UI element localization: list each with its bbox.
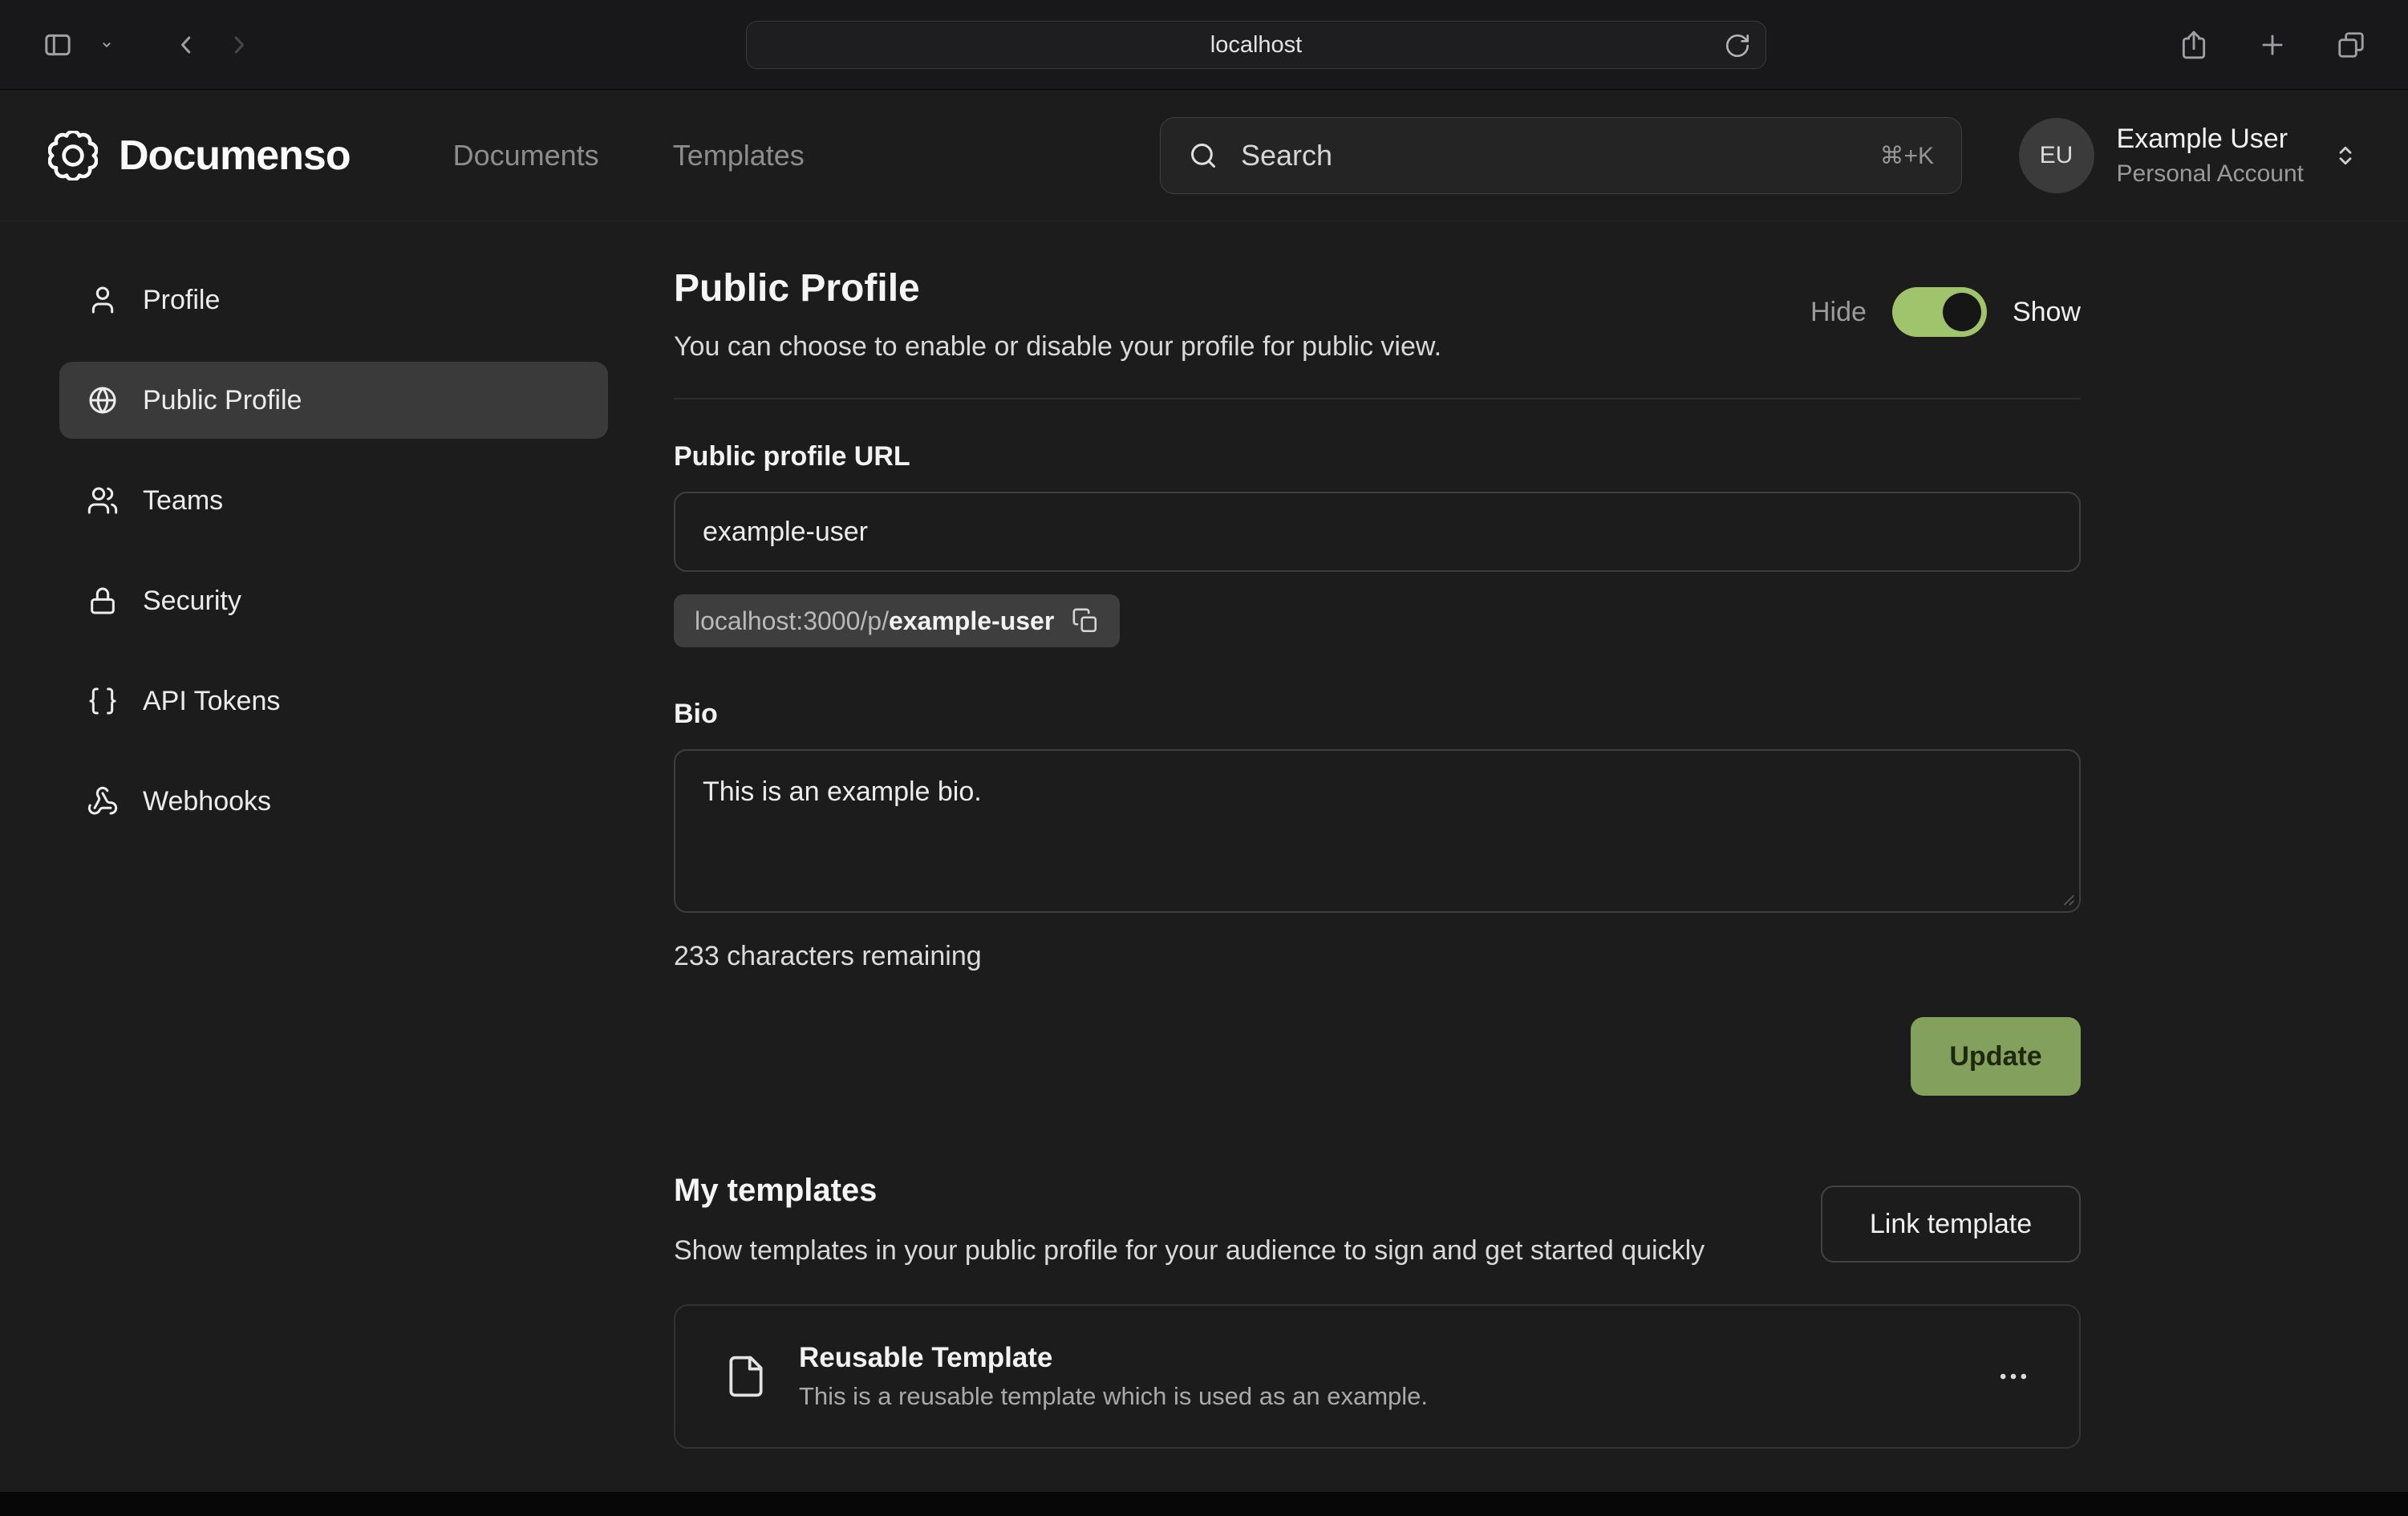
- brand-name: Documenso: [119, 132, 351, 180]
- search-shortcut-badge: ⌘+K: [1879, 142, 1934, 170]
- avatar: EU: [2019, 118, 2094, 193]
- global-search[interactable]: ⌘+K: [1160, 117, 1962, 194]
- nav-templates[interactable]: Templates: [673, 139, 805, 172]
- search-input[interactable]: [1241, 139, 1857, 172]
- nav-documents[interactable]: Documents: [453, 139, 599, 172]
- copy-icon[interactable]: [1072, 607, 1099, 634]
- main-nav: Documents Templates: [453, 139, 805, 172]
- public-url-prefix: localhost:3000/p/: [695, 606, 889, 636]
- public-url-pill: localhost:3000/p/example-user: [674, 594, 1120, 647]
- template-description: This is a reusable template which is use…: [799, 1382, 1428, 1411]
- browser-chrome: localhost: [0, 0, 2408, 90]
- new-tab-icon[interactable]: [2251, 23, 2294, 67]
- settings-sidebar: Profile Public Profile Teams Security AP: [0, 221, 608, 863]
- users-icon: [87, 484, 119, 517]
- profile-visibility-toggle[interactable]: [1892, 287, 1987, 337]
- update-row: Update: [674, 1017, 2081, 1096]
- toggle-show-label: Show: [2013, 297, 2081, 328]
- user-name: Example User: [2117, 124, 2304, 155]
- my-templates-title: My templates: [674, 1173, 1705, 1209]
- bio-label: Bio: [674, 699, 2081, 730]
- template-title: Reusable Template: [799, 1342, 1428, 1374]
- sidebar-dropdown-chevron-icon[interactable]: [91, 30, 122, 60]
- sidebar-item-label: Security: [143, 586, 241, 617]
- section-divider: [674, 398, 2081, 399]
- sidebar-item-label: Webhooks: [143, 786, 271, 817]
- sidebar-item-profile[interactable]: Profile: [59, 261, 608, 338]
- my-templates-text: My templates Show templates in your publ…: [674, 1173, 1705, 1272]
- avatar-initials: EU: [2040, 142, 2074, 169]
- user-icon: [87, 284, 119, 316]
- resize-handle-icon[interactable]: [2055, 886, 2076, 907]
- forward-button-icon[interactable]: [218, 24, 260, 66]
- address-bar[interactable]: localhost: [746, 21, 1766, 69]
- sidebar-item-webhooks[interactable]: Webhooks: [59, 763, 608, 840]
- app-header: Documenso Documents Templates ⌘+K EU Exa…: [0, 90, 2408, 221]
- sidebar-item-api-tokens[interactable]: API Tokens: [59, 663, 608, 740]
- globe-icon: [87, 384, 119, 416]
- share-icon[interactable]: [2172, 23, 2215, 67]
- sidebar-item-label: Public Profile: [143, 385, 302, 416]
- sidebar-item-teams[interactable]: Teams: [59, 462, 608, 539]
- update-button[interactable]: Update: [1911, 1017, 2081, 1096]
- profile-url-label: Public profile URL: [674, 441, 2081, 472]
- back-button-icon[interactable]: [165, 24, 207, 66]
- user-account-type: Personal Account: [2117, 160, 2304, 188]
- braces-icon: [87, 685, 119, 717]
- bio-textarea[interactable]: This is an example bio.: [674, 749, 2081, 913]
- documenso-logo-icon: [48, 131, 98, 180]
- profile-url-input[interactable]: [674, 492, 2081, 572]
- public-url-slug: example-user: [889, 606, 1054, 636]
- toggle-knob: [1943, 293, 1981, 331]
- bio-field-wrap: This is an example bio.: [674, 749, 2081, 917]
- window-bottom-edge: [0, 1492, 2408, 1516]
- template-meta: Reusable Template This is a reusable tem…: [799, 1342, 1428, 1411]
- main-content: Public Profile You can choose to enable …: [608, 221, 2408, 1449]
- user-meta: Example User Personal Account: [2117, 124, 2304, 188]
- sidebar-item-public-profile[interactable]: Public Profile: [59, 362, 608, 439]
- webhook-icon: [87, 785, 119, 817]
- page-head: Public Profile You can choose to enable …: [674, 266, 2081, 363]
- template-list-item: Reusable Template This is a reusable tem…: [674, 1304, 2081, 1449]
- sidebar-item-security[interactable]: Security: [59, 562, 608, 639]
- refresh-icon[interactable]: [1724, 32, 1751, 59]
- lock-icon: [87, 585, 119, 617]
- visibility-toggle-group: Hide Show: [1810, 287, 2081, 337]
- sidebar-toggle-icon[interactable]: [35, 22, 80, 67]
- file-icon: [724, 1354, 768, 1399]
- chevrons-up-down-icon[interactable]: [2331, 141, 2360, 170]
- sidebar-item-label: Profile: [143, 285, 220, 316]
- my-templates-description: Show templates in your public profile fo…: [674, 1230, 1705, 1272]
- user-menu[interactable]: EU Example User Personal Account: [2019, 118, 2360, 193]
- sidebar-item-label: API Tokens: [143, 686, 280, 717]
- search-icon: [1188, 140, 1218, 171]
- my-templates-head: My templates Show templates in your publ…: [674, 1173, 2081, 1272]
- link-template-button[interactable]: Link template: [1821, 1186, 2081, 1263]
- app-body: Profile Public Profile Teams Security AP: [0, 221, 2408, 1449]
- brand-logo[interactable]: Documenso: [48, 131, 351, 180]
- tab-overview-icon[interactable]: [2329, 23, 2373, 67]
- address-bar-url: localhost: [1210, 32, 1302, 59]
- ellipsis-menu-icon[interactable]: [1988, 1351, 2039, 1402]
- sidebar-item-label: Teams: [143, 485, 223, 517]
- toggle-hide-label: Hide: [1810, 297, 1867, 328]
- characters-remaining: 233 characters remaining: [674, 941, 2081, 972]
